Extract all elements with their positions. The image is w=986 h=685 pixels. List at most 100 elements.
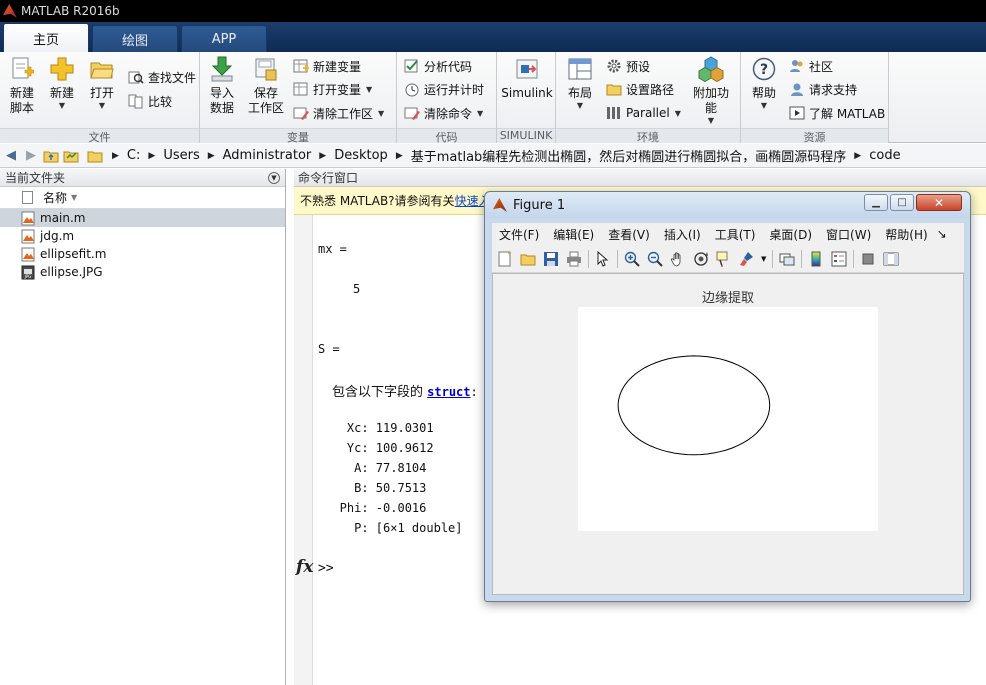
close-button[interactable]: ✕ (916, 194, 962, 211)
menu-edit[interactable]: 编辑(E) (553, 226, 594, 243)
import-data-button[interactable]: 导入 数据 (206, 56, 238, 116)
panel-actions-icon[interactable]: ▼ (268, 171, 280, 184)
breadcrumb-item[interactable]: 基于matlab编程先检测出椭圆，然后对椭圆进行椭圆拟合，画椭圆源码程序 (411, 146, 847, 165)
clear-workspace-icon (293, 105, 309, 121)
menu-help[interactable]: 帮助(H) (885, 226, 927, 243)
clear-workspace-caret[interactable]: ▼ (378, 109, 384, 118)
new-script-label-1: 新建 (9, 86, 34, 100)
new-button[interactable]: 新建 ▼ (46, 56, 78, 111)
save-workspace-button[interactable]: 保存 工作区 (246, 56, 286, 116)
analyze-code-button[interactable]: 分析代码 (404, 56, 472, 76)
breadcrumb-item[interactable]: Administrator (223, 148, 312, 163)
parallel-button[interactable]: Parallel ▼ (606, 103, 681, 123)
preferences-button[interactable]: 预设 (606, 56, 650, 76)
ribbon-group-resources-label: 资源 (741, 128, 888, 144)
learn-matlab-button[interactable]: 了解 MATLAB (789, 103, 885, 123)
back-arrow-icon[interactable]: ◀ (2, 147, 20, 165)
rotate-3d-icon[interactable] (692, 250, 710, 268)
print-figure-icon[interactable] (565, 250, 583, 268)
simulink-button[interactable]: Simulink (501, 56, 553, 101)
struct-field-phi: Phi: -0.0016 (318, 501, 427, 515)
fx-function-browser-icon[interactable]: fx (296, 557, 313, 577)
brush-icon[interactable] (738, 250, 756, 268)
help-button[interactable]: ? 帮助 ▼ (749, 56, 779, 111)
command-prompt[interactable]: >> (318, 561, 334, 576)
minimize-button[interactable]: ▁ (864, 194, 888, 211)
menu-overflow-icon[interactable]: ↘ (937, 227, 947, 241)
figure-canvas: 边缘提取 (492, 273, 964, 595)
save-figure-icon[interactable] (542, 250, 560, 268)
menu-window[interactable]: 窗口(W) (826, 226, 871, 243)
browse-folder-icon[interactable] (62, 147, 80, 165)
open-variable-button[interactable]: 打开变量 ▼ (293, 79, 372, 99)
clear-commands-caret[interactable]: ▼ (477, 109, 483, 118)
pan-hand-icon[interactable] (669, 250, 687, 268)
open-file-icon[interactable] (519, 250, 537, 268)
forward-arrow-icon[interactable]: ▶ (22, 147, 40, 165)
menu-view[interactable]: 查看(V) (608, 226, 650, 243)
open-variable-icon (293, 81, 309, 97)
parallel-icon (606, 105, 622, 121)
menu-tools[interactable]: 工具(T) (715, 226, 756, 243)
image-axes[interactable] (578, 307, 878, 531)
new-figure-icon[interactable] (496, 250, 514, 268)
output-line: mx = (318, 242, 347, 256)
compare-button[interactable]: 比较 (128, 91, 172, 111)
brush-dropdown-caret[interactable]: ▼ (761, 255, 766, 263)
clear-workspace-label: 清除工作区 (313, 106, 374, 121)
file-row[interactable]: main.m (0, 209, 285, 227)
layout-dropdown-caret[interactable]: ▼ (577, 101, 583, 111)
zoom-in-icon[interactable] (623, 250, 641, 268)
tab-apps[interactable]: APP (181, 25, 267, 52)
add-ons-button[interactable]: 附加功能 ▼ (688, 56, 734, 126)
edit-plot-pointer-icon[interactable] (594, 250, 612, 268)
link-plot-icon[interactable] (778, 250, 796, 268)
data-cursor-icon[interactable] (715, 250, 733, 268)
hide-plot-tools-icon[interactable] (859, 250, 877, 268)
parallel-caret[interactable]: ▼ (675, 109, 681, 118)
new-script-button[interactable]: 新建 脚本 (6, 56, 38, 116)
breadcrumb-item[interactable]: C: (127, 148, 140, 163)
run-and-time-button[interactable]: 运行并计时 (404, 79, 484, 99)
add-ons-dropdown-caret[interactable]: ▼ (708, 116, 714, 126)
community-button[interactable]: 社区 (789, 56, 833, 76)
clear-workspace-button[interactable]: 清除工作区 ▼ (293, 103, 384, 123)
colorbar-icon[interactable] (807, 250, 825, 268)
set-path-button[interactable]: 设置路径 (606, 79, 674, 99)
up-folder-icon[interactable] (42, 147, 60, 165)
file-row[interactable]: jdg.m (0, 227, 285, 245)
new-dropdown-caret[interactable]: ▼ (59, 101, 65, 111)
layout-button[interactable]: 布局 ▼ (564, 56, 596, 111)
menu-desktop[interactable]: 桌面(D) (769, 226, 812, 243)
show-plot-tools-icon[interactable] (882, 250, 900, 268)
close-icon: ✕ (933, 195, 945, 210)
name-column-header[interactable]: 名称 ▼ (0, 187, 285, 209)
clear-commands-button[interactable]: 清除命令 ▼ (404, 103, 483, 123)
output-line: S = (318, 342, 340, 356)
breadcrumb-item[interactable]: Users (163, 148, 199, 163)
breadcrumb: ▶ C: ▶ Users ▶ Administrator ▶ Desktop ▶… (104, 146, 901, 165)
maximize-button[interactable]: □ (890, 194, 914, 211)
menu-insert[interactable]: 插入(I) (664, 226, 701, 243)
legend-icon[interactable] (830, 250, 848, 268)
find-files-button[interactable]: 查找文件 (128, 67, 196, 87)
breadcrumb-item[interactable]: Desktop (334, 148, 388, 163)
struct-link[interactable]: struct (427, 385, 470, 399)
ribbon-group-code-label: 代码 (397, 128, 496, 144)
new-variable-button[interactable]: 新建变量 (293, 56, 361, 76)
breadcrumb-item[interactable]: code (869, 148, 900, 163)
open-button[interactable]: 打开 ▼ (86, 56, 118, 111)
breadcrumb-separator-icon: ▶ (319, 150, 327, 161)
menu-file[interactable]: 文件(F) (499, 226, 539, 243)
tab-plots[interactable]: 绘图 (92, 25, 178, 52)
open-variable-caret[interactable]: ▼ (366, 85, 372, 94)
open-dropdown-caret[interactable]: ▼ (99, 101, 105, 111)
parallel-label: Parallel (626, 106, 670, 120)
file-row[interactable]: JPG ellipse.JPG (0, 263, 285, 281)
tab-home[interactable]: 主页 (3, 23, 89, 52)
struct-field-a: A: 77.8104 (318, 461, 427, 475)
help-dropdown-caret[interactable]: ▼ (761, 101, 767, 111)
request-support-button[interactable]: 请求支持 (789, 79, 857, 99)
file-row[interactable]: ellipsefit.m (0, 245, 285, 263)
zoom-out-icon[interactable] (646, 250, 664, 268)
